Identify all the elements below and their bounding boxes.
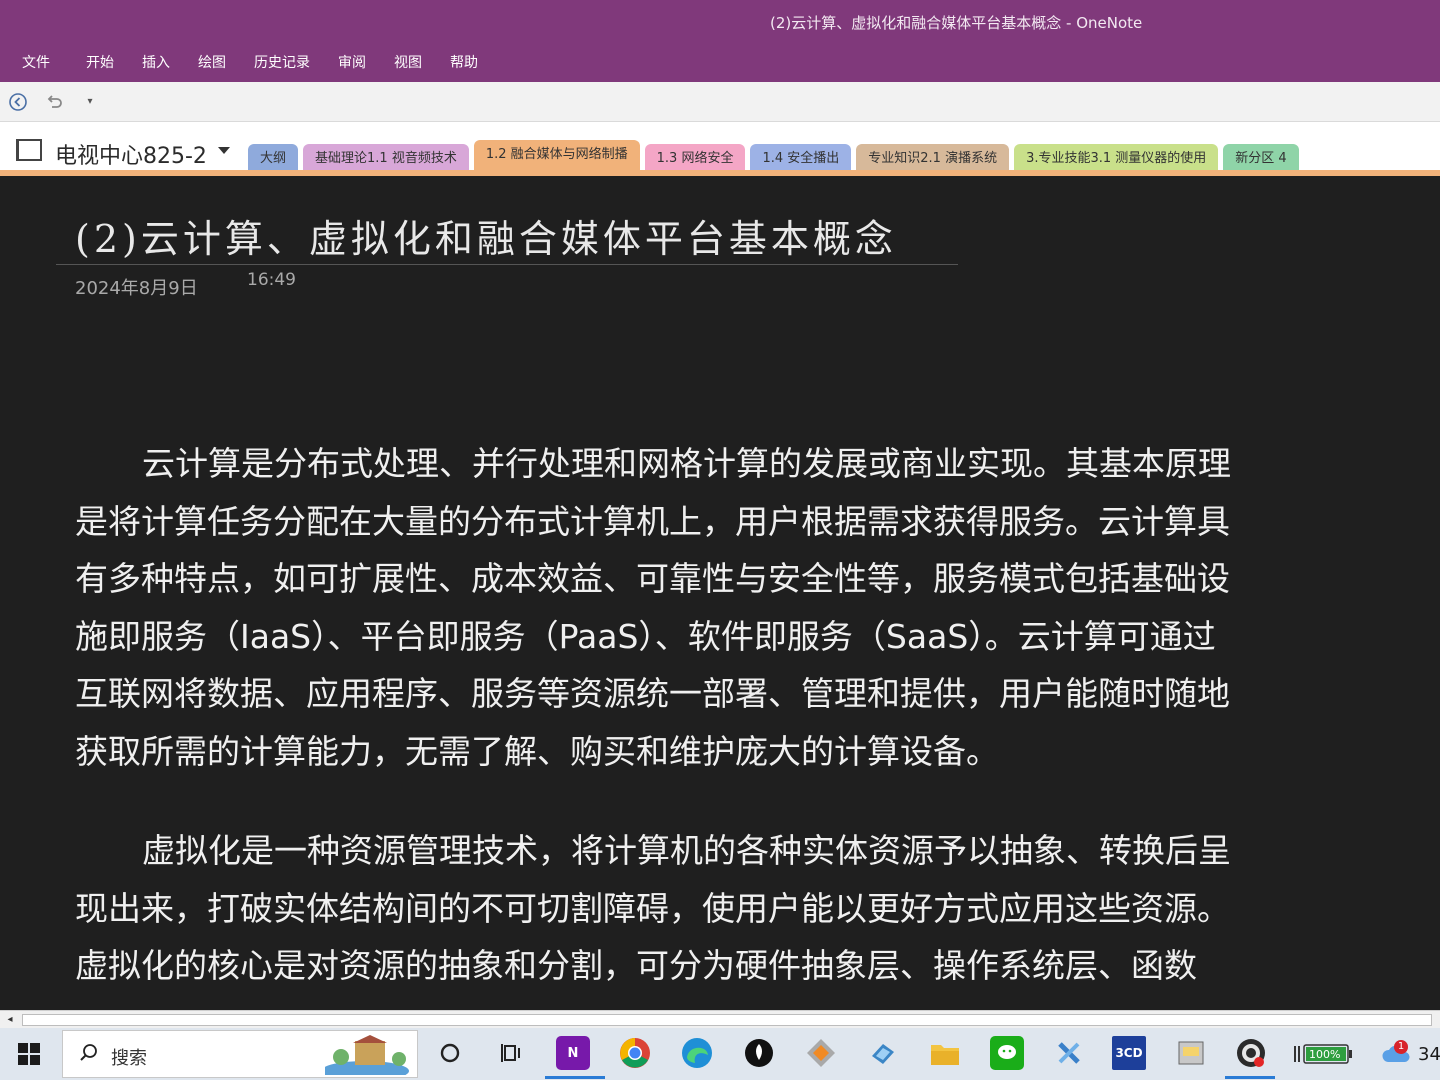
title-divider — [56, 264, 958, 265]
3cd-icon[interactable]: 3CD — [1112, 1036, 1146, 1070]
onenote-icon[interactable]: N — [556, 1036, 590, 1070]
taskbar: 搜索 N 3CD 100% 1 34 — [0, 1028, 1440, 1080]
horizontal-scrollbar[interactable]: ◂ — [0, 1010, 1440, 1028]
section-tab[interactable]: 1.4 安全播出 — [750, 144, 852, 172]
chevron-down-icon[interactable] — [218, 147, 230, 154]
tab-home[interactable]: 开始 — [86, 52, 114, 72]
section-tabs: 大纲 基础理论1.1 视音频技术 1.2 融合媒体与网络制播 1.3 网络安全 1.4 … — [248, 140, 1304, 172]
taskbar-search[interactable]: 搜索 — [62, 1030, 418, 1078]
search-placeholder: 搜索 — [111, 1048, 147, 1069]
pen-app-icon[interactable] — [742, 1036, 776, 1070]
section-tab[interactable]: 基础理论1.1 视音频技术 — [303, 144, 469, 172]
paragraph-cloud-computing[interactable]: 云计算是分布式处理、并行处理和网格计算的发展或商业实现。其基本原理是将计算任务分… — [75, 435, 1243, 780]
battery-level: 100% — [1309, 1048, 1341, 1061]
customize-icon[interactable]: ▾ — [80, 92, 100, 112]
paragraph-virtualization[interactable]: 虚拟化是一种资源管理技术，将计算机的各种实体资源予以抽象、转换后呈现出来，打破实… — [75, 822, 1243, 995]
calc-app-icon[interactable] — [1174, 1036, 1208, 1070]
tab-help[interactable]: 帮助 — [450, 52, 478, 72]
tab-draw[interactable]: 绘图 — [198, 52, 226, 72]
cortana-icon[interactable] — [433, 1036, 467, 1070]
page-time: 16:49 — [247, 270, 296, 290]
windows-start-icon[interactable] — [18, 1043, 40, 1065]
tab-view[interactable]: 视图 — [394, 52, 422, 72]
onenote-active-indicator — [545, 1076, 605, 1079]
window-title: (2)云计算、虚拟化和融合媒体平台基本概念 - OneNote — [770, 14, 1143, 32]
section-tab[interactable]: 3.专业技能3.1 测量仪器的使用 — [1014, 144, 1219, 172]
undo-icon[interactable] — [44, 92, 64, 112]
chrome-icon[interactable] — [618, 1036, 652, 1070]
scrollbar-thumb[interactable] — [22, 1014, 1432, 1026]
file-explorer-icon[interactable] — [928, 1036, 962, 1070]
tab-insert[interactable]: 插入 — [142, 52, 170, 72]
notebook-icon[interactable] — [16, 139, 42, 161]
section-tab[interactable]: 1.2 融合媒体与网络制播 — [473, 140, 640, 172]
clock-partial[interactable]: 34 — [1418, 1044, 1440, 1065]
task-view-icon[interactable] — [494, 1036, 528, 1070]
edge-icon[interactable] — [680, 1036, 714, 1070]
quick-access-toolbar: ▾ — [0, 82, 1440, 122]
section-tab[interactable]: 新分区 4 — [1223, 144, 1299, 172]
search-highlight-icon — [325, 1035, 409, 1075]
tab-history[interactable]: 历史记录 — [254, 52, 310, 72]
tab-file[interactable]: 文件 — [22, 52, 50, 72]
ribbon-tabs: 文件 开始 插入 绘图 历史记录 审阅 视图 帮助 — [22, 52, 506, 72]
tool-app-icon[interactable] — [1052, 1036, 1086, 1070]
notebook-bar: 电视中心825-2 大纲 基础理论1.1 视音频技术 1.2 融合媒体与网络制播 1.… — [0, 122, 1440, 172]
remote-icon[interactable] — [866, 1036, 900, 1070]
notification-badge: 1 — [1394, 1040, 1408, 1054]
title-bar: (2)云计算、虚拟化和融合媒体平台基本概念 - OneNote 文件 开始 插入… — [0, 0, 1440, 82]
back-icon[interactable] — [8, 92, 28, 112]
section-tab[interactable]: 1.3 网络安全 — [644, 144, 746, 172]
wechat-icon[interactable] — [990, 1036, 1024, 1070]
section-tab[interactable]: 专业知识2.1 演播系统 — [856, 144, 1010, 172]
obs-icon[interactable] — [1234, 1036, 1268, 1070]
obs-active-indicator — [1225, 1076, 1275, 1079]
notebook-name[interactable]: 电视中心825-2 — [55, 138, 207, 170]
tab-review[interactable]: 审阅 — [338, 52, 366, 72]
section-tab[interactable]: 大纲 — [248, 144, 299, 172]
maps-app-icon[interactable] — [804, 1036, 838, 1070]
page-date: 2024年8月9日 — [75, 278, 198, 299]
page-title[interactable]: (2)云计算、虚拟化和融合媒体平台基本概念 — [75, 208, 897, 263]
search-icon — [80, 1044, 97, 1061]
scroll-left-icon[interactable]: ◂ — [2, 1013, 18, 1027]
page-canvas[interactable]: (2)云计算、虚拟化和融合媒体平台基本概念 2024年8月9日 16:49 云计… — [0, 176, 1440, 1010]
